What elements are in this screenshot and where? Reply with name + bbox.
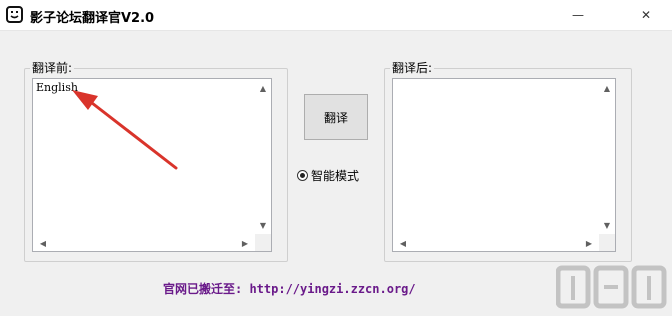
site-logo-watermark [556, 265, 667, 309]
footer-site-notice: 官网已搬迁至: http://yingzi.zzcn.org/ [163, 282, 416, 296]
